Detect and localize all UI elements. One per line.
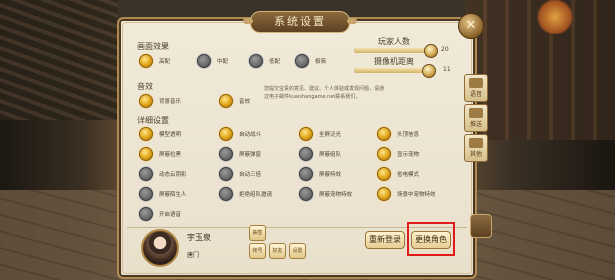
- player-count-label: 玩家人数: [378, 37, 410, 46]
- radio-icon: [377, 167, 391, 181]
- slider-fill: [354, 68, 430, 73]
- panel-title: 系统设置: [243, 11, 357, 33]
- radio-icon: [139, 167, 153, 181]
- tab-push[interactable]: 推送: [464, 104, 488, 132]
- detail-option[interactable]: 自动三倍: [219, 167, 261, 181]
- character-avatar[interactable]: [141, 229, 179, 267]
- radio-icon: [299, 127, 313, 141]
- lottery-button[interactable]: 抽签: [249, 225, 266, 241]
- detail-option[interactable]: 拒绝组队邀请: [219, 187, 272, 201]
- radio-icon: [139, 207, 153, 221]
- detail-option[interactable]: 动态云阴影: [139, 167, 187, 181]
- section-sound-label: 音效: [137, 82, 153, 91]
- radio-icon: [299, 147, 313, 161]
- voice-icon: [469, 78, 483, 88]
- detail-option[interactable]: 屏蔽拉黑: [139, 147, 181, 161]
- gift-icon[interactable]: [470, 214, 492, 238]
- radio-icon: [219, 187, 233, 201]
- radio-icon: [139, 187, 153, 201]
- camera-distance-label: 摄像机距离: [374, 57, 414, 66]
- detail-option[interactable]: 头顶信息: [377, 127, 419, 141]
- detail-option[interactable]: 自动战斗: [219, 127, 261, 141]
- radio-icon: [219, 94, 233, 108]
- character-name: 宇玉泉: [187, 233, 211, 242]
- quality-option-high[interactable]: 高配: [139, 54, 170, 68]
- radio-icon: [295, 54, 309, 68]
- slider-fill: [354, 48, 434, 53]
- quality-option-minimal[interactable]: 极简: [295, 54, 326, 68]
- push-icon: [469, 108, 483, 118]
- character-sect: 唐门: [187, 252, 200, 259]
- detail-option[interactable]: 全屏泛光: [299, 127, 341, 141]
- detail-option[interactable]: 开启语音: [139, 207, 181, 221]
- sound-option-bgm[interactable]: 背景音乐: [139, 94, 181, 108]
- section-detail-label: 详细设置: [137, 116, 169, 125]
- radio-icon: [197, 54, 211, 68]
- camera-distance-slider[interactable]: [354, 64, 436, 78]
- relogin-button[interactable]: 重新登录: [365, 231, 405, 249]
- radio-icon: [219, 167, 233, 181]
- detail-option[interactable]: 模型透明: [139, 127, 181, 141]
- camera-distance-value: 11: [443, 66, 451, 73]
- radio-icon: [219, 147, 233, 161]
- radio-icon: [139, 127, 153, 141]
- radio-icon: [377, 187, 391, 201]
- other-icon: [469, 138, 483, 148]
- feedback-note: 您提交宝贵的意见、建议、个人体验或发现问题，请通过电子邮件kuaishangam…: [264, 86, 385, 100]
- lantern-icon: [535, 0, 575, 34]
- radio-icon: [249, 54, 263, 68]
- detail-option[interactable]: 屏蔽弹窗: [219, 147, 261, 161]
- highlight-box: [407, 222, 455, 256]
- settings-mini-button[interactable]: 设置: [289, 243, 306, 259]
- quality-option-low[interactable]: 低配: [249, 54, 280, 68]
- radio-icon: [139, 147, 153, 161]
- section-quality-label: 画面效果: [137, 42, 169, 51]
- radio-icon: [299, 167, 313, 181]
- settings-panel: 系统设置 画面效果 高配 中配 低配 极简 玩家人数 20 摄像机距离 11 音…: [117, 11, 477, 279]
- detail-option[interactable]: 屏蔽组队: [299, 147, 341, 161]
- radio-icon: [377, 127, 391, 141]
- radio-icon: [377, 147, 391, 161]
- friends-button[interactable]: 好友: [269, 243, 286, 259]
- sound-option-sfx[interactable]: 音效: [219, 94, 250, 108]
- detail-option[interactable]: 屏蔽特效: [299, 167, 341, 181]
- tab-other[interactable]: 其他: [464, 134, 488, 162]
- radio-icon: [139, 94, 153, 108]
- player-count-value: 20: [441, 46, 449, 53]
- detail-option[interactable]: 屏蔽陌生人: [139, 187, 187, 201]
- radio-icon: [299, 187, 313, 201]
- account-button[interactable]: 帐号: [249, 243, 266, 259]
- radio-icon: [219, 127, 233, 141]
- detail-option[interactable]: 场景中宠物特效: [377, 187, 436, 201]
- quality-option-mid[interactable]: 中配: [197, 54, 228, 68]
- player-count-slider[interactable]: [354, 44, 438, 58]
- tab-voice[interactable]: 语音: [464, 74, 488, 102]
- detail-option[interactable]: 省电模式: [377, 167, 419, 181]
- detail-option[interactable]: 屏蔽宠物特效: [299, 187, 352, 201]
- close-button[interactable]: ✕: [458, 13, 484, 39]
- detail-option[interactable]: 显示宠物: [377, 147, 419, 161]
- background-roof-tiles: [0, 0, 118, 120]
- radio-icon: [139, 54, 153, 68]
- slider-knob[interactable]: [422, 64, 436, 78]
